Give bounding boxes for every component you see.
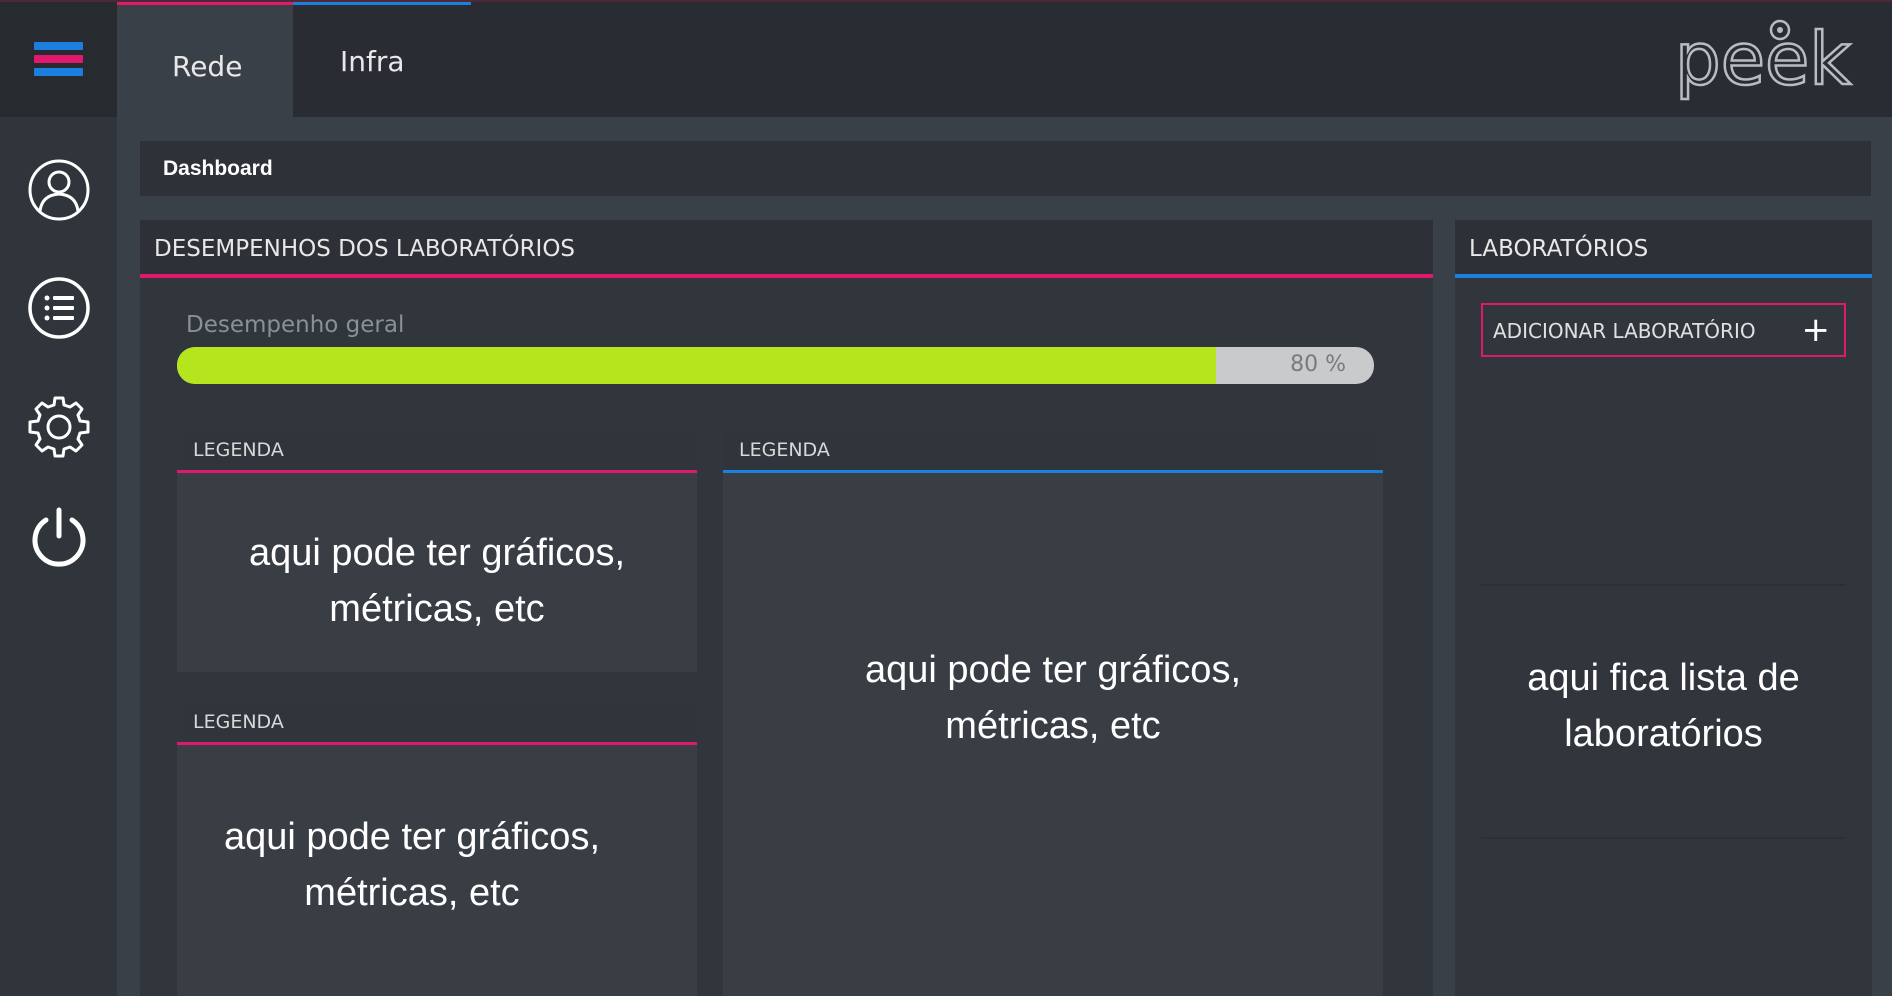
placeholder-line: aqui pode ter gráficos, — [248, 532, 625, 574]
labs-panel: LABORATÓRIOS ADICIONAR LABORATÓRIO + aqu… — [1455, 220, 1872, 996]
hamburger-bar — [34, 68, 83, 76]
metric-card-title: LEGENDA — [739, 439, 830, 461]
logo-mark: peek — [1674, 16, 1853, 103]
progress-fill — [177, 347, 1216, 384]
performance-panel-header: DESEMPENHOS DOS LABORATÓRIOS — [140, 220, 1433, 278]
metric-card-header: LEGENDA — [723, 425, 1383, 473]
power-icon-svg — [32, 507, 86, 567]
metric-card-title: LEGENDA — [193, 439, 284, 461]
labs-list-placeholder: aqui fica lista de laboratórios — [1455, 650, 1872, 762]
hamburger-bar — [34, 42, 83, 50]
progress-label: Desempenho geral — [186, 312, 405, 338]
logo-text: peek — [1675, 17, 1851, 101]
power-icon[interactable] — [26, 504, 92, 570]
user-icon-svg — [28, 159, 90, 221]
add-lab-label: ADICIONAR LABORATÓRIO — [1493, 319, 1756, 343]
hamburger-icon[interactable] — [0, 2, 117, 119]
top-bar: Rede Infra peek — [0, 0, 1892, 119]
list-icon-svg — [28, 277, 90, 339]
tab-rede-label: Rede — [172, 50, 243, 83]
placeholder-line: aqui pode ter gráficos, — [864, 649, 1241, 691]
app-root: Rede Infra peek Dashboard DESEMPENHOS DO… — [0, 0, 1892, 996]
labs-panel-header: LABORATÓRIOS — [1455, 220, 1872, 278]
performance-panel: DESEMPENHOS DOS LABORATÓRIOS Desempenho … — [140, 220, 1433, 996]
tab-rede[interactable]: Rede — [117, 2, 293, 119]
hamburger-bar — [34, 55, 83, 63]
metric-card-placeholder: aqui pode ter gráficos, métricas, etc — [177, 525, 697, 637]
placeholder-line: aqui pode ter gráficos, — [223, 816, 600, 858]
metric-card-large: LEGENDA aqui pode ter gráficos, métricas… — [723, 425, 1383, 996]
metric-card-placeholder: aqui pode ter gráficos, métricas, etc — [723, 642, 1383, 754]
divider — [1481, 584, 1846, 586]
breadcrumb: Dashboard — [140, 141, 1871, 196]
gear-icon-svg — [28, 396, 90, 458]
placeholder-line: métricas, etc — [945, 705, 1161, 747]
gear-icon[interactable] — [26, 394, 92, 460]
peek-logo: peek — [1674, 14, 1875, 104]
plus-icon: + — [1801, 310, 1831, 350]
sidebar — [0, 117, 117, 996]
user-icon[interactable] — [26, 157, 92, 223]
metric-card-header: LEGENDA — [177, 425, 697, 473]
metric-card: LEGENDA aqui pode ter gráficos, métricas… — [177, 425, 697, 672]
performance-panel-title: DESEMPENHOS DOS LABORATÓRIOS — [154, 236, 576, 262]
tab-infra-label: Infra — [340, 45, 405, 78]
tab-infra[interactable]: Infra — [293, 2, 471, 119]
metric-card-header: LEGENDA — [177, 697, 697, 745]
breadcrumb-label[interactable]: Dashboard — [163, 157, 273, 181]
placeholder-line: métricas, etc — [329, 588, 545, 630]
add-lab-button[interactable]: ADICIONAR LABORATÓRIO + — [1481, 303, 1846, 357]
metric-card-title: LEGENDA — [193, 711, 284, 733]
placeholder-line: aqui fica lista de — [1527, 657, 1800, 699]
metric-card: LEGENDA aqui pode ter gráficos, métricas… — [177, 697, 697, 996]
placeholder-line: métricas, etc — [304, 872, 520, 914]
labs-panel-title: LABORATÓRIOS — [1469, 236, 1649, 262]
list-icon[interactable] — [26, 275, 92, 341]
divider — [1481, 837, 1846, 839]
overall-progress-bar: 80 % — [177, 347, 1374, 384]
progress-value: 80 % — [1290, 352, 1346, 377]
metric-card-placeholder: aqui pode ter gráficos, métricas, etc — [152, 809, 672, 921]
placeholder-line: laboratórios — [1564, 713, 1763, 755]
